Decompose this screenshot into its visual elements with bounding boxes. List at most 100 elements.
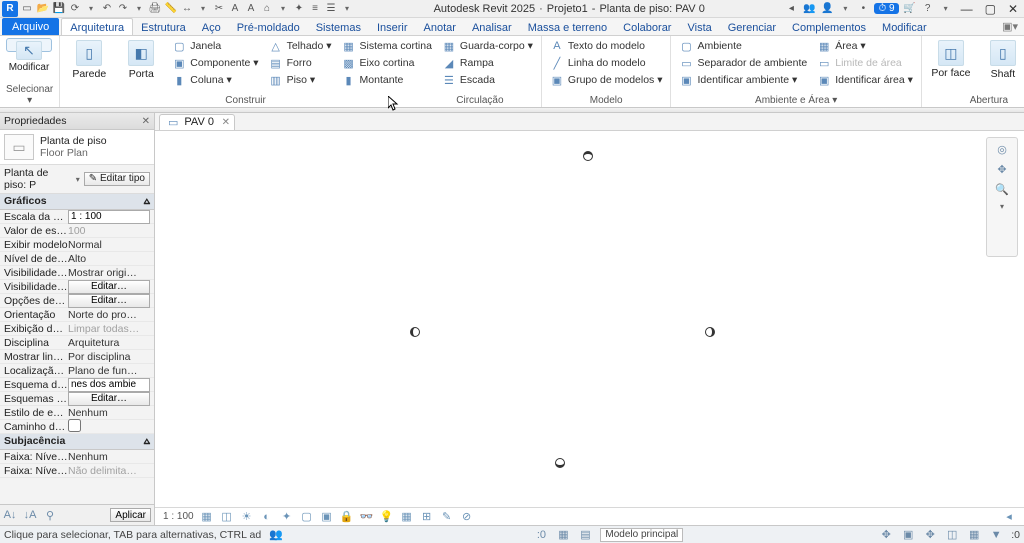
threeD-icon[interactable]: ≡	[308, 2, 322, 16]
tag-area-button[interactable]: ▣Identificar área ▾	[815, 72, 915, 88]
dropdown-icon[interactable]: ▾	[196, 2, 210, 16]
status-select-underlay-icon[interactable]: ▣	[901, 528, 915, 542]
text-icon[interactable]: A	[244, 2, 258, 16]
tab-insert[interactable]: Inserir	[369, 18, 416, 35]
dropdown-icon[interactable]: ▾	[132, 2, 146, 16]
by-face-button[interactable]: ◫ Por face	[928, 38, 974, 95]
window-button[interactable]: ▢Janela	[170, 38, 260, 54]
modify-button[interactable]: ↖ Modificar	[6, 38, 52, 52]
elevation-marker-south[interactable]	[555, 458, 565, 468]
property-value[interactable]: Nenhum	[68, 451, 150, 463]
property-value[interactable]: Arquitetura	[68, 337, 150, 349]
panel-select-label[interactable]: Selecionar ▾	[6, 84, 53, 107]
property-row[interactable]: Visibilidade/…Editar…	[0, 280, 154, 294]
category-graphics[interactable]: Gráficos⩟	[0, 194, 154, 210]
shadows-icon[interactable]: ◐	[260, 510, 274, 524]
property-value[interactable]	[68, 378, 150, 392]
status-filter-icon[interactable]: ▼	[989, 528, 1003, 542]
property-value[interactable]: Editar…	[68, 392, 150, 406]
tab-architecture[interactable]: Arquitetura	[61, 18, 133, 35]
dropdown-icon[interactable]: ▾	[838, 2, 852, 16]
open-icon[interactable]: 📂	[36, 2, 50, 16]
tab-analyze[interactable]: Analisar	[464, 18, 520, 35]
sort-asc-icon[interactable]: A↓	[3, 508, 17, 522]
dropdown-icon[interactable]: ▾	[84, 2, 98, 16]
revit-logo-icon[interactable]: R	[2, 1, 18, 17]
recent-files-icon[interactable]: ▭	[20, 2, 34, 16]
reveal-constraints-icon[interactable]: ⊘	[460, 510, 474, 524]
property-value[interactable]: Editar…	[68, 280, 150, 294]
value-input[interactable]	[68, 210, 150, 224]
detail-level-icon[interactable]: ▦	[200, 510, 214, 524]
tab-structure[interactable]: Estrutura	[133, 18, 194, 35]
property-value[interactable]: Mostrar origi…	[68, 267, 150, 279]
tab-systems[interactable]: Sistemas	[308, 18, 369, 35]
ribbon-collapse-icon[interactable]: ▣▾	[996, 18, 1024, 35]
tab-annotate[interactable]: Anotar	[416, 18, 464, 35]
status-drag-icon[interactable]: ✥	[923, 528, 937, 542]
edit-button[interactable]: Editar…	[68, 294, 150, 308]
rendering-icon[interactable]: ✦	[280, 510, 294, 524]
pan-icon[interactable]: ✥	[995, 162, 1009, 176]
tab-mass[interactable]: Massa e terreno	[520, 18, 615, 35]
status-filter-label[interactable]: :0	[1011, 529, 1020, 541]
user-icon[interactable]: 👤	[820, 2, 834, 16]
door-button[interactable]: ◧ Porta	[118, 38, 164, 95]
property-value[interactable]: Plano de fun…	[68, 365, 150, 377]
model-text-button[interactable]: ATexto do modelo	[548, 38, 665, 54]
minimize-button[interactable]: —	[957, 2, 977, 16]
instance-selector[interactable]: Planta de piso: P	[4, 167, 72, 191]
home-icon[interactable]: ⌂	[260, 2, 274, 16]
notifications-badge[interactable]: ⏱ 9	[874, 3, 898, 14]
match-icon[interactable]: A	[228, 2, 242, 16]
property-row[interactable]: Exibição de …Limpar todas…	[0, 322, 154, 336]
save-icon[interactable]: 💾	[52, 2, 66, 16]
status-select-pinned-icon[interactable]: ✥	[879, 528, 893, 542]
sync-icon[interactable]: ⟳	[68, 2, 82, 16]
room-separator-button[interactable]: ▭Separador de ambiente	[677, 55, 809, 71]
property-value[interactable]: Limpar todas…	[68, 323, 150, 335]
property-value[interactable]: Alto	[68, 253, 150, 265]
apply-button[interactable]: Aplicar	[110, 508, 151, 522]
tab-collab[interactable]: Colaborar	[615, 18, 679, 35]
dropdown-icon[interactable]: ▾	[1000, 202, 1004, 211]
property-row[interactable]: Mostrar linh…Por disciplina	[0, 350, 154, 364]
area-button[interactable]: ▦Área ▾	[815, 38, 915, 54]
redo-icon[interactable]: ↷	[116, 2, 130, 16]
scroll-left-icon[interactable]: ◂	[1002, 510, 1016, 524]
cart-icon[interactable]: 🛒	[903, 2, 917, 16]
dropdown-icon[interactable]: ▾	[939, 2, 953, 16]
pin-icon[interactable]: •	[856, 2, 870, 16]
measure-icon[interactable]: 📏	[164, 2, 178, 16]
property-value[interactable]: Por disciplina	[68, 351, 150, 363]
help-icon[interactable]: ?	[921, 2, 935, 16]
full-nav-wheel-icon[interactable]: ◎	[995, 142, 1009, 156]
view-tab-pav0[interactable]: ▭ PAV 0 ✕	[159, 114, 235, 130]
room-button[interactable]: ▢Ambiente	[677, 38, 809, 54]
model-line-button[interactable]: ╱Linha do modelo	[548, 55, 665, 71]
temp-hide-icon[interactable]: 👓	[360, 510, 374, 524]
analytical-icon[interactable]: ⊞	[420, 510, 434, 524]
zoom-icon[interactable]: 🔍	[995, 182, 1009, 196]
status-background-icon[interactable]: ▦	[967, 528, 981, 542]
navigation-bar[interactable]: ◎ ✥ 🔍 ▾	[986, 137, 1018, 257]
worksharing-icon[interactable]: ▦	[400, 510, 414, 524]
tab-addins[interactable]: Complementos	[784, 18, 874, 35]
tab-modify[interactable]: Modificar	[874, 18, 935, 35]
property-row[interactable]: Nível de det…Alto	[0, 252, 154, 266]
status-design-options-icon[interactable]: ▤	[578, 528, 592, 542]
property-value[interactable]: Editar…	[68, 294, 150, 308]
edit-button[interactable]: Editar…	[68, 280, 150, 294]
sun-path-icon[interactable]: ☀	[240, 510, 254, 524]
property-row[interactable]: Exibir modeloNormal	[0, 238, 154, 252]
type-selector[interactable]: ▭ Planta de piso Floor Plan	[0, 130, 154, 165]
keytip-icon[interactable]: ◂	[784, 2, 798, 16]
elevation-marker-north[interactable]	[583, 151, 593, 161]
ramp-button[interactable]: ◢Rampa	[440, 55, 535, 71]
crop-region-icon[interactable]: ▣	[320, 510, 334, 524]
maximize-button[interactable]: ▢	[981, 2, 1000, 16]
property-row[interactable]: Caminho d…	[0, 420, 154, 434]
properties-header[interactable]: Propriedades ✕	[0, 113, 154, 130]
category-underlay[interactable]: Subjacência⩟	[0, 434, 154, 450]
property-row[interactable]: Esquema de…	[0, 378, 154, 392]
